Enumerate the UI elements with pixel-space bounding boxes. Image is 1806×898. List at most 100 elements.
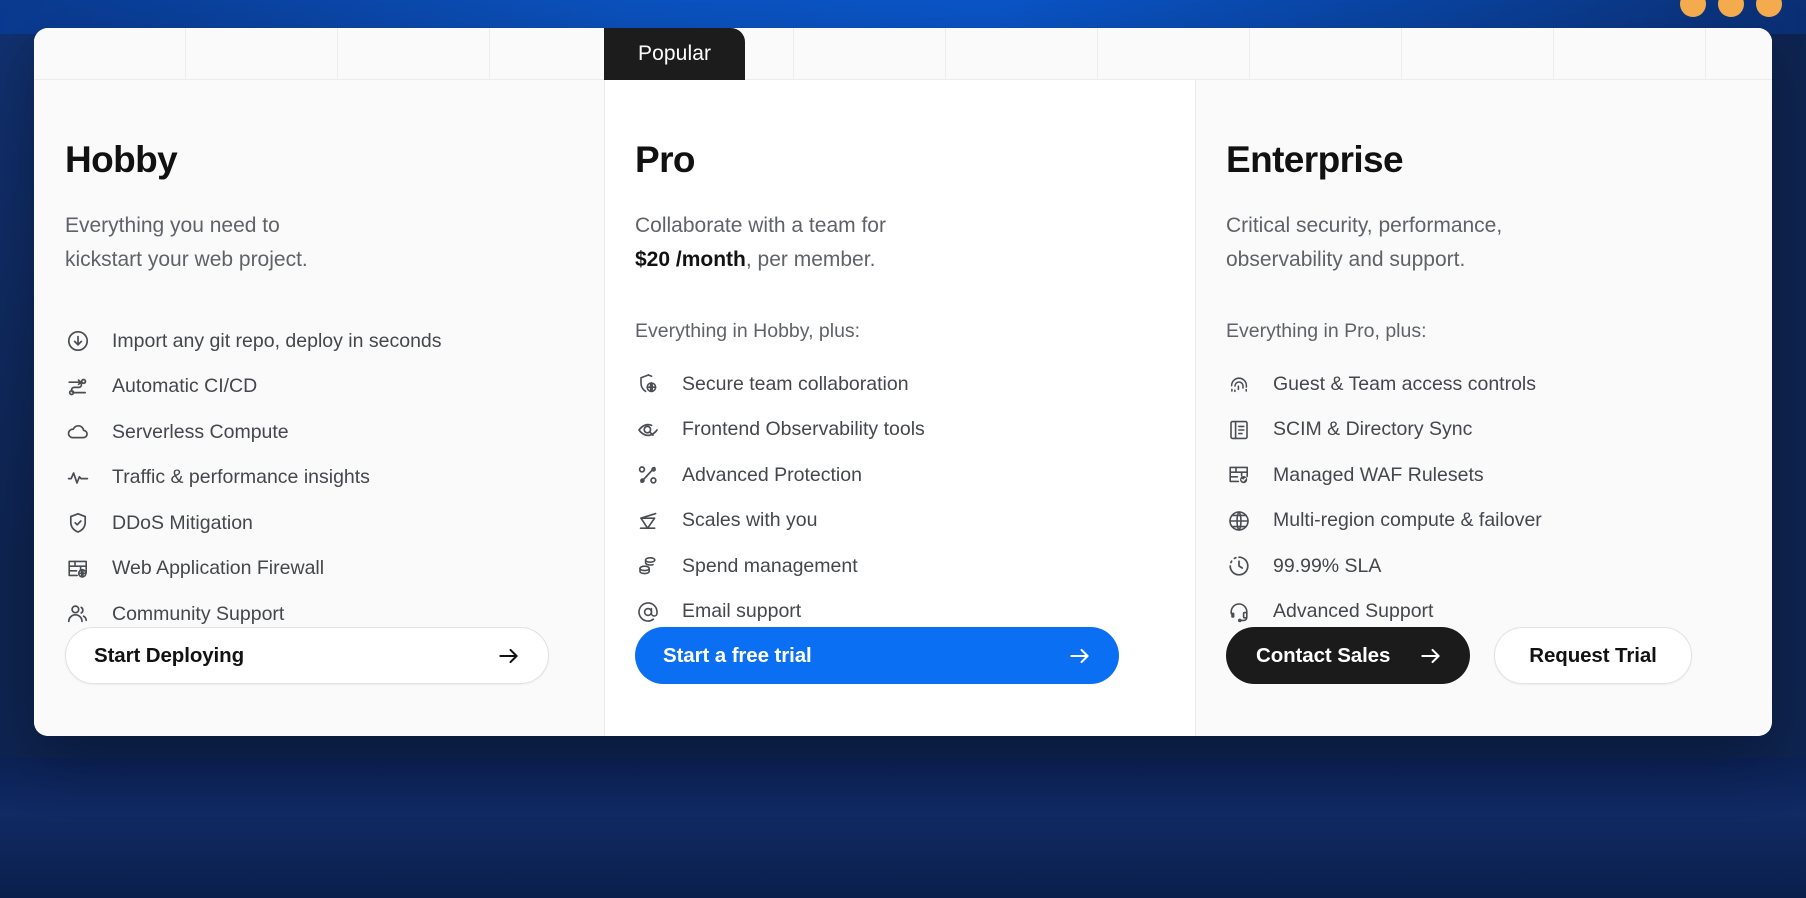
plan-column-hobby: Hobby Everything you need to kickstart y… (34, 80, 604, 736)
grid-cell (186, 28, 338, 79)
button-label: Start a free trial (663, 643, 812, 667)
plan-description-line1: Critical security, performance, (1226, 213, 1503, 237)
feature-label: Multi-region compute & failover (1273, 509, 1542, 532)
button-label: Contact Sales (1256, 643, 1391, 667)
feature-label: Advanced Protection (682, 463, 862, 486)
feature-item: Traffic & performance insights (65, 455, 584, 501)
cloud-icon (65, 419, 91, 445)
arrow-right-icon (496, 643, 522, 669)
firewall-globe-icon (65, 556, 91, 582)
plan-title-hobby: Hobby (65, 139, 178, 180)
plan-description-line2: observability and support. (1226, 247, 1466, 271)
feature-label: Community Support (112, 602, 285, 625)
start-free-trial-button[interactable]: Start a free trial (635, 627, 1119, 684)
feature-item: Guest & Team access controls (1226, 362, 1750, 408)
feature-item: Frontend Observability tools (635, 407, 1175, 453)
feature-label: DDoS Mitigation (112, 511, 253, 534)
grid-strip: Popular (34, 28, 1772, 80)
download-circle-icon (65, 328, 91, 354)
globe-icon (1226, 508, 1252, 534)
plan-description-pro: Collaborate with a team for $20 /month, … (635, 209, 1065, 281)
directory-book-icon (1226, 417, 1252, 443)
headset-icon (1226, 599, 1252, 625)
start-deploying-button[interactable]: Start Deploying (65, 627, 549, 684)
shield-globe-icon (635, 371, 661, 397)
plan-column-enterprise: Enterprise Critical security, performanc… (1196, 80, 1770, 736)
feature-item: Managed WAF Rulesets (1226, 453, 1750, 499)
feature-label: Managed WAF Rulesets (1273, 463, 1484, 486)
ci-cd-branch-icon (65, 374, 91, 400)
feature-list-hobby: Import any git repo, deploy in seconds A… (65, 319, 584, 638)
coins-icon (635, 553, 661, 579)
feature-label: Web Application Firewall (112, 557, 325, 580)
background-lower-gradient (0, 758, 1806, 898)
feature-item: Automatic CI/CD (65, 364, 584, 410)
plan-column-pro: Pro Collaborate with a team for $20 /mon… (604, 80, 1196, 736)
plan-description-line1: Everything you need to (65, 213, 280, 237)
feature-item: Spend management (635, 544, 1175, 590)
grid-cell (946, 28, 1098, 79)
request-trial-button[interactable]: Request Trial (1494, 627, 1692, 684)
window-dot-1[interactable] (1680, 0, 1706, 17)
button-label: Request Trial (1529, 643, 1657, 667)
plan-price-suffix: , per member. (745, 247, 876, 271)
plan-actions-enterprise: Contact Sales Request Trial (1226, 627, 1692, 684)
feature-label: Traffic & performance insights (112, 466, 370, 489)
feature-list-pro: Everything in Hobby, plus: Secure team c… (635, 319, 1175, 635)
arrow-right-icon (1418, 643, 1444, 669)
feature-label: Automatic CI/CD (112, 375, 258, 398)
activity-pulse-icon (65, 465, 91, 491)
contact-sales-button[interactable]: Contact Sales (1226, 627, 1471, 684)
feature-label: Serverless Compute (112, 420, 289, 443)
feature-label: Scales with you (682, 509, 818, 532)
feature-item: Multi-region compute & failover (1226, 498, 1750, 544)
feature-item: Advanced Protection (635, 453, 1175, 499)
feature-label: Guest & Team access controls (1273, 372, 1537, 395)
feature-label: Import any git repo, deploy in seconds (112, 329, 442, 352)
feature-item: 99.99% SLA (1226, 544, 1750, 590)
popular-badge: Popular (604, 28, 746, 80)
window-dot-3[interactable] (1756, 0, 1782, 17)
plan-title-enterprise: Enterprise (1226, 139, 1404, 180)
plan-columns: Hobby Everything you need to kickstart y… (34, 80, 1772, 736)
window-dot-2[interactable] (1718, 0, 1744, 17)
button-label: Start Deploying (94, 643, 244, 667)
users-icon (65, 601, 91, 627)
feature-item: DDoS Mitigation (65, 501, 584, 547)
plan-title-pro: Pro (635, 139, 695, 180)
plan-actions-pro: Start a free trial (635, 627, 1119, 684)
at-sign-icon (635, 599, 661, 625)
fingerprint-icon (1226, 371, 1252, 397)
feature-label: Spend management (682, 554, 858, 577)
feature-includes-note-enterprise: Everything in Pro, plus: (1226, 320, 1427, 343)
feature-item: Scales with you (635, 498, 1175, 544)
feature-label: SCIM & Directory Sync (1273, 418, 1473, 441)
feature-label: Frontend Observability tools (682, 418, 925, 441)
feature-label: 99.99% SLA (1273, 554, 1382, 577)
plan-description-enterprise: Critical security, performance, observab… (1226, 209, 1656, 281)
grid-cell (1402, 28, 1554, 79)
plan-price: $20 /month (635, 247, 746, 271)
plan-actions-hobby: Start Deploying (65, 627, 549, 684)
grid-cell (794, 28, 946, 79)
shield-check-icon (65, 510, 91, 536)
feature-list-enterprise: Everything in Pro, plus: Guest & Team ac… (1226, 319, 1750, 635)
advanced-protection-icon (635, 462, 661, 488)
pricing-card: Popular Hobby Everything you need to kic… (34, 28, 1772, 736)
plan-description-line2: kickstart your web project. (65, 247, 308, 271)
feature-label: Email support (682, 600, 802, 623)
window-controls (1680, 0, 1782, 17)
plan-description-line1: Collaborate with a team for (635, 213, 886, 237)
feature-includes-note-pro: Everything in Hobby, plus: (635, 320, 861, 343)
waf-check-icon (1226, 462, 1252, 488)
grid-cell (1250, 28, 1402, 79)
grid-cell (34, 28, 186, 79)
eye-search-icon (635, 417, 661, 443)
feature-item: Serverless Compute (65, 410, 584, 456)
grid-cell (338, 28, 490, 79)
scales-icon (635, 508, 661, 534)
feature-item: Import any git repo, deploy in seconds (65, 319, 584, 365)
feature-item: Secure team collaboration (635, 362, 1175, 408)
feature-label: Advanced Support (1273, 600, 1434, 623)
arrow-right-icon (1067, 643, 1093, 669)
